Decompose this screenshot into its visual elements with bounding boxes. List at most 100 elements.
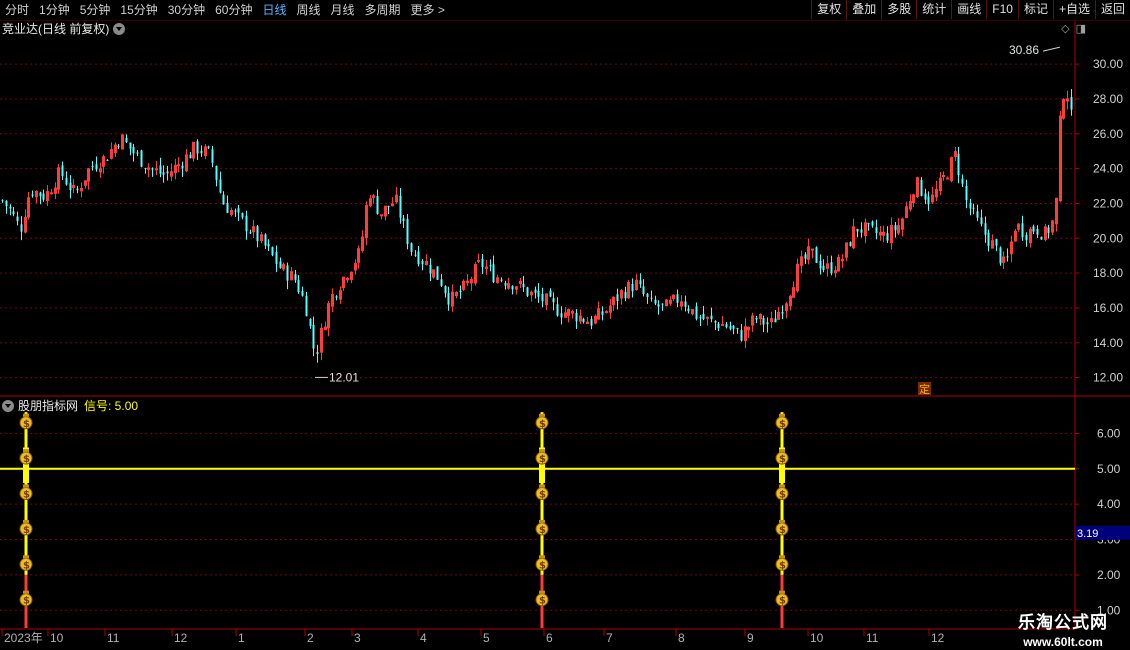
candle-body bbox=[399, 195, 402, 218]
toolbar-button-1[interactable]: 叠加 bbox=[846, 0, 881, 19]
candle-body bbox=[867, 223, 870, 225]
price-tick-label: 28.00 bbox=[1093, 92, 1123, 106]
money-bag-tie bbox=[23, 413, 29, 417]
diamond-icon[interactable]: ◇ bbox=[1061, 22, 1069, 35]
high-label: 30.86 bbox=[1009, 43, 1039, 57]
candle-body bbox=[380, 214, 383, 217]
candle-body bbox=[695, 306, 698, 319]
period-tab-0[interactable]: 分时 bbox=[0, 0, 34, 20]
money-bag-glyph: $ bbox=[779, 596, 786, 607]
date-label: 9 bbox=[747, 631, 754, 645]
period-tab-6[interactable]: 日线 bbox=[257, 0, 291, 20]
candle-body bbox=[129, 142, 132, 149]
candle-body bbox=[856, 228, 859, 232]
indicator-tick-label: 2.00 bbox=[1097, 568, 1121, 582]
money-bag-tie bbox=[23, 519, 29, 523]
toolbar-button-8[interactable]: 返回 bbox=[1094, 0, 1130, 19]
candle-body bbox=[279, 261, 282, 268]
watermark: 乐淘公式网 www.60lt.com bbox=[1004, 608, 1122, 649]
period-tab-9[interactable]: 多周期 bbox=[360, 0, 406, 20]
candle-body bbox=[582, 318, 585, 322]
candle-body bbox=[275, 252, 278, 264]
date-label: 8 bbox=[678, 631, 685, 645]
candle-body bbox=[601, 311, 604, 315]
candle-body bbox=[117, 146, 120, 148]
period-tab-7[interactable]: 周线 bbox=[291, 0, 325, 20]
money-bag-tie bbox=[779, 484, 785, 488]
candle-body bbox=[504, 283, 507, 286]
chevron-down-icon[interactable] bbox=[2, 400, 14, 412]
money-bag-glyph: $ bbox=[539, 596, 546, 607]
toolbar-button-4[interactable]: 画线 bbox=[951, 0, 986, 19]
kline-chart[interactable]: $$$$$$$$$$$$$$$$$$ 30.0028.0026.0024.002… bbox=[0, 0, 1130, 650]
candle-body bbox=[207, 146, 210, 148]
candle-body bbox=[875, 227, 878, 234]
candle-body bbox=[196, 141, 199, 154]
candle-body bbox=[631, 283, 634, 292]
date-label: 11 bbox=[107, 631, 120, 645]
candle-body bbox=[541, 294, 544, 302]
candle-body bbox=[965, 185, 968, 201]
toolbar-button-2[interactable]: 多股 bbox=[881, 0, 916, 19]
candle-body bbox=[489, 265, 492, 267]
date-label: 10 bbox=[810, 631, 824, 645]
candle-body bbox=[590, 318, 593, 326]
toolbar-button-3[interactable]: 统计 bbox=[916, 0, 951, 19]
stock-title-bar: 竞业达(日线 前复权) bbox=[2, 21, 126, 37]
period-tab-5[interactable]: 60分钟 bbox=[210, 0, 257, 20]
toolbar-button-7[interactable]: +自选 bbox=[1052, 0, 1095, 19]
candle-body bbox=[804, 254, 807, 259]
candle-body bbox=[155, 168, 158, 171]
money-bag-glyph: $ bbox=[539, 560, 546, 571]
candle-body bbox=[699, 317, 702, 319]
period-tab-2[interactable]: 5分钟 bbox=[75, 0, 116, 20]
candle-body bbox=[249, 232, 252, 234]
candle-body bbox=[76, 188, 79, 191]
candle-body bbox=[927, 196, 930, 205]
candle-body bbox=[20, 224, 23, 232]
date-label: 2023年 bbox=[4, 631, 43, 645]
period-tab-8[interactable]: 月线 bbox=[326, 0, 360, 20]
money-bag-glyph: $ bbox=[779, 490, 786, 501]
date-label: 2 bbox=[307, 631, 314, 645]
candle-body bbox=[286, 265, 289, 281]
money-bag-tie bbox=[539, 555, 545, 559]
candle-body bbox=[924, 193, 927, 200]
candle-body bbox=[871, 221, 874, 226]
candle-body bbox=[16, 216, 19, 222]
candle-body bbox=[684, 301, 687, 307]
candle-body bbox=[710, 315, 713, 320]
money-bag-glyph: $ bbox=[779, 525, 786, 536]
toolbar-button-0[interactable]: 复权 bbox=[811, 0, 846, 19]
money-bag-tie bbox=[539, 519, 545, 523]
toolbar-button-5[interactable]: F10 bbox=[986, 0, 1018, 19]
period-tab-3[interactable]: 15分钟 bbox=[115, 0, 162, 20]
indicator-series: $ $ $ $ $ $ $ $ $ $ $ $ $ $ $ $ $ $ bbox=[0, 412, 1075, 628]
candle-body bbox=[312, 324, 315, 349]
chart-corner-tools: ◇ ◨ bbox=[1061, 22, 1086, 35]
candle-body bbox=[444, 286, 447, 294]
panel-toggle-icon[interactable]: ◨ bbox=[1076, 22, 1086, 35]
candle-body bbox=[552, 298, 555, 303]
period-tab-10[interactable]: 更多 > bbox=[406, 0, 450, 20]
indicator-tick-label: 4.00 bbox=[1097, 497, 1121, 511]
chevron-down-icon[interactable] bbox=[113, 23, 126, 35]
money-bag-glyph: $ bbox=[539, 490, 546, 501]
candle-body bbox=[294, 274, 297, 281]
candle-body bbox=[264, 234, 267, 246]
candle-body bbox=[537, 290, 540, 297]
candle-body bbox=[999, 247, 1002, 264]
price-tick-label: 14.00 bbox=[1093, 336, 1123, 350]
price-tick-label: 30.00 bbox=[1093, 57, 1123, 71]
toolbar-button-6[interactable]: 标记 bbox=[1017, 0, 1053, 19]
money-bag-glyph: $ bbox=[23, 525, 30, 536]
candle-body bbox=[995, 239, 998, 246]
candle-body bbox=[946, 177, 949, 180]
candle-body bbox=[1040, 236, 1043, 240]
candle-body bbox=[297, 280, 300, 293]
price-tick-label: 24.00 bbox=[1093, 162, 1123, 176]
period-tab-4[interactable]: 30分钟 bbox=[163, 0, 210, 20]
candle-body bbox=[616, 294, 619, 301]
period-tab-1[interactable]: 1分钟 bbox=[34, 0, 75, 20]
money-bag-tie bbox=[539, 484, 545, 488]
